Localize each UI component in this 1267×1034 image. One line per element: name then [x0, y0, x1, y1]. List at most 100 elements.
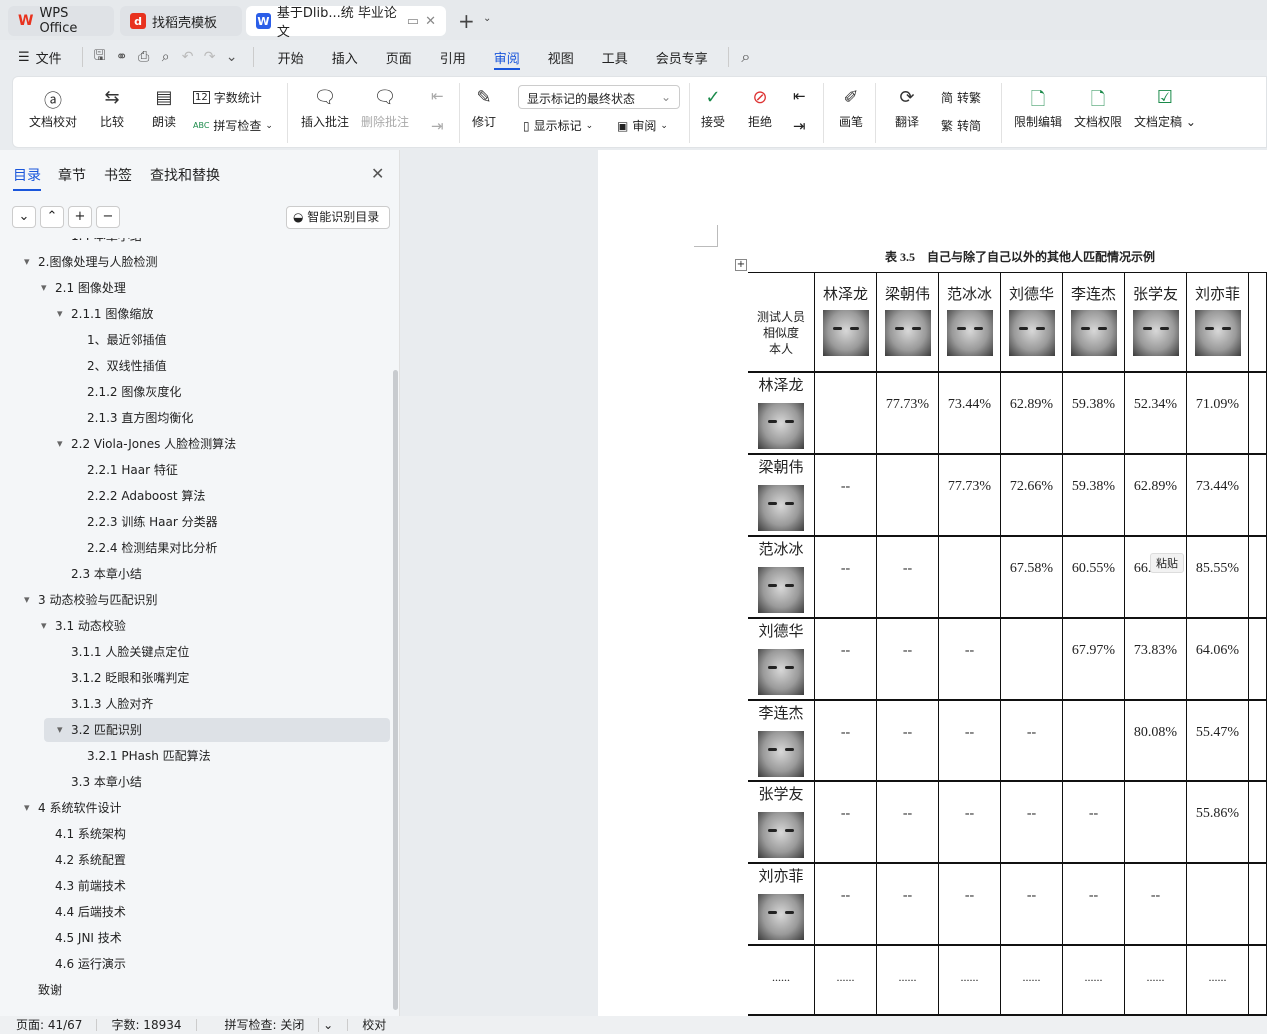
spell-check-button[interactable]: ABC 拼写检查 ⌄	[193, 117, 273, 134]
toc-item[interactable]: ▾ 3.1 动态校验	[0, 614, 392, 638]
similarity-cell[interactable]: 73.83%	[1125, 618, 1187, 700]
similarity-cell[interactable]: 67.97%	[1063, 618, 1125, 700]
toc-item[interactable]: 4.3 前端技术	[0, 874, 392, 898]
undo-icon[interactable]: ↶	[177, 49, 199, 65]
similarity-cell[interactable]: --	[877, 700, 939, 781]
toc-item[interactable]: 1、最近邻插值	[0, 328, 392, 352]
empty-cell[interactable]	[1249, 273, 1267, 372]
empty-cell[interactable]	[1249, 618, 1267, 700]
row-header-cell[interactable]: 刘德华	[748, 618, 815, 700]
similarity-cell[interactable]: 60.55%	[1063, 536, 1125, 618]
row-header-cell[interactable]: 梁朝伟	[748, 454, 815, 536]
word-count[interactable]: 字数: 18934	[97, 1019, 197, 1031]
next-change-icon[interactable]: ⇥	[793, 117, 806, 135]
menu-insert[interactable]: 插入	[318, 40, 372, 74]
ellipsis-cell[interactable]: ......	[815, 945, 877, 1015]
similarity-cell[interactable]: --	[939, 863, 1001, 945]
similarity-cell[interactable]	[877, 454, 939, 536]
save-icon[interactable]: 🖫	[89, 45, 111, 69]
similarity-cell[interactable]	[1125, 781, 1187, 863]
word-count-button[interactable]: 12 字数统计	[193, 89, 262, 106]
similarity-cell[interactable]: 77.73%	[939, 454, 1001, 536]
toc-item[interactable]: 2.2.3 训练 Haar 分类器	[0, 510, 392, 534]
similarity-cell[interactable]: --	[1063, 863, 1125, 945]
similarity-cell[interactable]: 71.09%	[1187, 372, 1249, 454]
similarity-cell[interactable]: --	[939, 700, 1001, 781]
toc-item[interactable]: ▾ 3 动态校验与匹配识别	[0, 588, 392, 612]
toc-item[interactable]: 4.2 系统配置	[0, 848, 392, 872]
table-move-handle[interactable]: +	[735, 259, 747, 271]
print-icon[interactable]: ⎙	[133, 49, 155, 65]
toc-item[interactable]: ▾ 2.2 Viola-Jones 人脸检测算法	[0, 432, 392, 456]
menu-page[interactable]: 页面	[372, 40, 426, 74]
similarity-cell[interactable]: 72.66%	[1001, 454, 1063, 536]
expand-arrow-icon[interactable]: ▾	[41, 614, 47, 638]
toc-item[interactable]: 4.1 系统架构	[0, 822, 392, 846]
row-header-cell[interactable]: 张学友	[748, 781, 815, 863]
toc-item[interactable]: 3.3 本章小结	[0, 770, 392, 794]
markup-state-select[interactable]: 显示标记的最终状态 ⌄	[518, 85, 680, 109]
menu-start[interactable]: 开始	[264, 40, 318, 74]
page-indicator[interactable]: 页面: 41/67	[0, 1019, 98, 1031]
toc-item[interactable]: 3.2.1 PHash 匹配算法	[0, 744, 392, 768]
ellipsis-cell[interactable]: ......	[1063, 945, 1125, 1015]
toc-item[interactable]: 4.6 运行演示	[0, 952, 392, 976]
toc-item[interactable]: 2.3 本章小结	[0, 562, 392, 586]
similarity-cell[interactable]: 52.34%	[1125, 372, 1187, 454]
collapse-up-button[interactable]: ⌃	[40, 206, 64, 228]
similarity-cell[interactable]	[1001, 618, 1063, 700]
tab-bookmarks[interactable]: 书签	[104, 165, 132, 185]
empty-cell[interactable]	[1249, 372, 1267, 454]
corner-cell[interactable]: 测试人员 相似度 本人	[748, 273, 815, 372]
toc-item[interactable]: 3.1.2 眨眼和张嘴判定	[0, 666, 392, 690]
similarity-cell[interactable]: --	[877, 863, 939, 945]
menu-vip[interactable]: 会员专享	[642, 40, 722, 74]
tab-chapters[interactable]: 章节	[58, 165, 86, 185]
row-header-cell[interactable]: 刘亦菲	[748, 863, 815, 945]
toc-item[interactable]: ▾ 2.1 图像处理	[0, 276, 392, 300]
toc-item[interactable]: 4.5 JNI 技术	[0, 926, 392, 950]
empty-cell[interactable]	[1249, 536, 1267, 618]
header-cell[interactable]: 刘亦菲	[1187, 273, 1249, 372]
tab-find-replace[interactable]: 查找和替换	[150, 165, 220, 185]
similarity-cell[interactable]: --	[815, 863, 877, 945]
print-preview-icon[interactable]: ⌕	[155, 49, 177, 65]
similarity-cell[interactable]: --	[815, 781, 877, 863]
ellipsis-cell[interactable]: ......	[748, 945, 815, 1015]
previous-change-icon[interactable]: ⇤	[793, 87, 806, 105]
empty-cell[interactable]	[1249, 781, 1267, 863]
similarity-cell[interactable]: --	[939, 781, 1001, 863]
similarity-cell[interactable]: --	[939, 618, 1001, 700]
header-cell[interactable]: 梁朝伟	[877, 273, 939, 372]
similarity-cell[interactable]: --	[815, 618, 877, 700]
row-header-cell[interactable]: 李连杰	[748, 700, 815, 781]
proofread-status[interactable]: 校对	[348, 1019, 400, 1031]
expand-arrow-icon[interactable]: ▾	[24, 796, 30, 820]
similarity-cell[interactable]: 66.41%	[1125, 536, 1187, 618]
toc-item[interactable]: 2.2.1 Haar 特征	[0, 458, 392, 482]
header-cell[interactable]: 张学友	[1125, 273, 1187, 372]
similarity-cell[interactable]: 55.47%	[1187, 700, 1249, 781]
revise-button[interactable]: ✎ 修订	[472, 87, 496, 130]
close-icon[interactable]: ✕	[371, 164, 384, 183]
toc-item[interactable]: 2.1.2 图像灰度化	[0, 380, 392, 404]
similarity-cell[interactable]: 73.44%	[939, 372, 1001, 454]
similarity-cell[interactable]: --	[877, 536, 939, 618]
expand-arrow-icon[interactable]: ▾	[24, 250, 30, 274]
row-header-cell[interactable]: 范冰冰	[748, 536, 815, 618]
review-pane-button[interactable]: ▣ 审阅 ⌄	[617, 117, 668, 134]
similarity-cell[interactable]: --	[815, 454, 877, 536]
add-item-button[interactable]: +	[68, 206, 92, 228]
similarity-cell[interactable]: 59.38%	[1063, 372, 1125, 454]
toc-item[interactable]: 2.2.4 检测结果对比分析	[0, 536, 392, 560]
toc-item[interactable]: 2.1.3 直方图均衡化	[0, 406, 392, 430]
similarity-cell[interactable]	[1063, 700, 1125, 781]
redo-icon[interactable]: ↷	[199, 49, 221, 65]
similarity-cell[interactable]: 62.89%	[1001, 372, 1063, 454]
scrollbar[interactable]	[393, 370, 398, 1010]
similarity-cell[interactable]	[815, 372, 877, 454]
empty-cell[interactable]	[1249, 700, 1267, 781]
new-tab-icon[interactable]: +	[458, 9, 475, 33]
previous-comment-icon[interactable]: ⇤	[431, 87, 444, 105]
similarity-cell[interactable]: 85.55%	[1187, 536, 1249, 618]
